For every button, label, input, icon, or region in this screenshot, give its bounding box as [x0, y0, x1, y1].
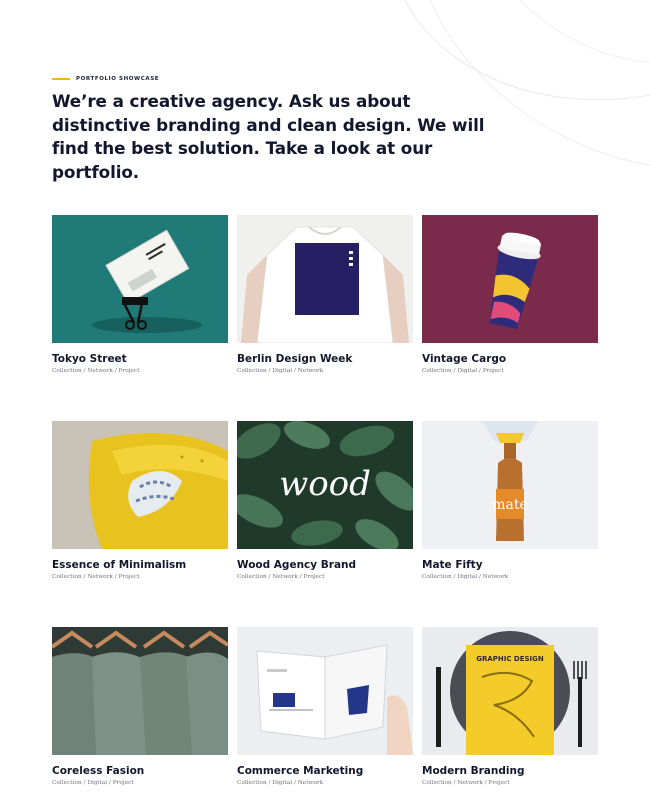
portfolio-categories: Collection / Digital / Project: [422, 368, 504, 374]
portfolio-image[interactable]: [52, 215, 228, 343]
portfolio-categories: Collection / Digital / Project: [52, 780, 134, 786]
portfolio-title[interactable]: Coreless Fasion: [52, 765, 228, 777]
portfolio-image[interactable]: mate: [422, 421, 598, 549]
portfolio-title[interactable]: Vintage Cargo: [422, 353, 598, 365]
portfolio-image[interactable]: [237, 627, 413, 755]
portfolio-categories: Collection / Digital / Network: [237, 368, 324, 374]
portfolio-card-mate-fifty[interactable]: mate Mate Fifty Collection / Digital / N…: [422, 421, 598, 580]
portfolio-image[interactable]: [237, 215, 413, 343]
portfolio-card-modern-branding[interactable]: GRAPHIC DESIGN Modern Branding Collectio…: [422, 627, 598, 786]
portfolio-card-wood-agency-brand[interactable]: wood Wood Agency Brand Collection / Netw…: [237, 421, 413, 580]
portfolio-image[interactable]: [422, 215, 598, 343]
portfolio-card-vintage-cargo[interactable]: Vintage Cargo Collection / Digital / Pro…: [422, 215, 598, 374]
section-eyebrow: PORTFOLIO SHOWCASE: [52, 76, 159, 82]
portfolio-title[interactable]: Essence of Minimalism: [52, 559, 228, 571]
mate-label: mate: [492, 497, 528, 513]
eyebrow-label: PORTFOLIO SHOWCASE: [76, 76, 160, 82]
wood-wordmark: wood: [279, 464, 371, 504]
portfolio-categories: Collection / Digital / Network: [422, 574, 509, 580]
section-headline: We’re a creative agency. Ask us about di…: [52, 91, 485, 182]
portfolio-title[interactable]: Wood Agency Brand: [237, 559, 413, 571]
portfolio-title[interactable]: Mate Fifty: [422, 559, 598, 571]
portfolio-card-essence-of-minimalism[interactable]: Essence of Minimalism Collection / Netwo…: [52, 421, 228, 580]
portfolio-card-commerce-marketing[interactable]: Commerce Marketing Collection / Digital …: [237, 627, 413, 786]
eyebrow-accent-line: [52, 78, 70, 80]
portfolio-title[interactable]: Berlin Design Week: [237, 353, 413, 365]
portfolio-image[interactable]: GRAPHIC DESIGN: [422, 627, 598, 755]
portfolio-categories: Collection / Network / Project: [237, 574, 325, 580]
portfolio-title[interactable]: Tokyo Street: [52, 353, 228, 365]
portfolio-categories: Collection / Network / Project: [52, 368, 140, 374]
portfolio-categories: Collection / Digital / Network: [237, 780, 324, 786]
portfolio-image[interactable]: [52, 421, 228, 549]
portfolio-categories: Collection / Network / Project: [422, 780, 510, 786]
portfolio-image[interactable]: wood: [237, 421, 413, 549]
portfolio-card-berlin-design-week[interactable]: Berlin Design Week Collection / Digital …: [237, 215, 413, 374]
portfolio-card-tokyo-street[interactable]: Tokyo Street Collection / Network / Proj…: [52, 215, 228, 374]
portfolio-card-coreless-fasion[interactable]: Coreless Fasion Collection / Digital / P…: [52, 627, 228, 786]
portfolio-categories: Collection / Network / Project: [52, 574, 140, 580]
portfolio-title[interactable]: Commerce Marketing: [237, 765, 413, 777]
portfolio-title[interactable]: Modern Branding: [422, 765, 598, 777]
book-cover-title: GRAPHIC DESIGN: [476, 655, 544, 663]
portfolio-image[interactable]: [52, 627, 228, 755]
